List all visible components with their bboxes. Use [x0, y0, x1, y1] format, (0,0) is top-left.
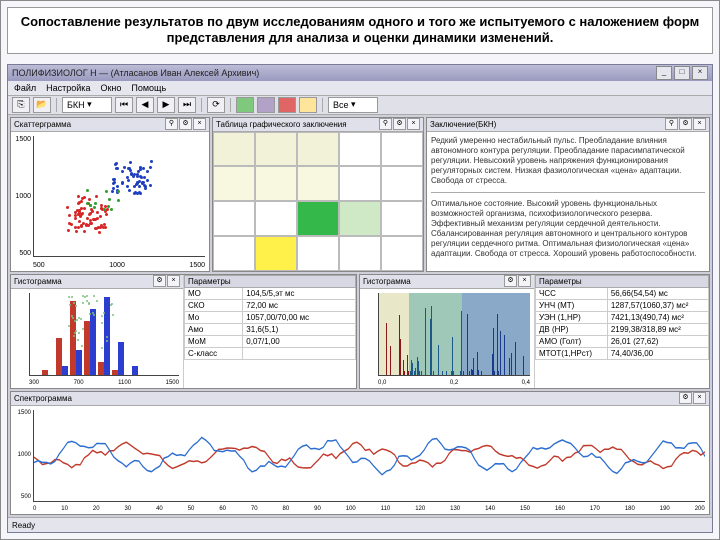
close-icon[interactable]: ×	[693, 118, 706, 130]
config-icon[interactable]: ⚙	[679, 118, 692, 130]
open-icon[interactable]: 📂	[33, 97, 51, 113]
panel-title: Таблица графического заключения	[216, 120, 378, 129]
panel-title: Гистограмма	[363, 277, 503, 286]
histogram-left: 30070011001500	[11, 289, 183, 388]
last-icon[interactable]: ⏭	[178, 97, 196, 113]
grid-red-icon[interactable]	[278, 97, 296, 113]
workspace: Скаттерграмма ⚲ ⚙ × 15001000500 50010001…	[8, 115, 712, 518]
close-icon[interactable]: ×	[407, 118, 420, 130]
refresh-icon[interactable]: ⟳	[207, 97, 225, 113]
new-icon[interactable]: ⎘	[12, 97, 30, 113]
close-icon[interactable]: ×	[693, 392, 706, 404]
filter-combo[interactable]: Все ▾	[328, 97, 378, 113]
pin-icon[interactable]: ⚲	[665, 118, 678, 130]
scatter-plot: 15001000500 50010001500	[11, 132, 209, 271]
menu-file[interactable]: Файл	[14, 83, 36, 93]
toolbar: ⎘ 📂 БКН ▾ ⏮ ◀ ▶ ⏭ ⟳ Все ▾	[8, 96, 712, 115]
close-button[interactable]: ×	[692, 66, 708, 80]
conclusion-text: Редкий умеренно нестабильный пульс. Прео…	[427, 132, 709, 271]
matrix-grid	[213, 132, 423, 271]
close-icon[interactable]: ×	[167, 275, 180, 287]
maximize-button[interactable]: □	[674, 66, 690, 80]
statusbar: Ready	[8, 517, 712, 532]
separator	[230, 98, 231, 112]
menu-settings[interactable]: Настройка	[46, 83, 90, 93]
panel-title: Гистограмма	[14, 277, 152, 286]
app-title: ПОЛИФИЗИОЛОГ Н — (Атласанов Иван Алексей…	[12, 68, 656, 78]
config-icon[interactable]: ⚙	[153, 275, 166, 287]
pin-icon[interactable]: ⚲	[379, 118, 392, 130]
minimize-button[interactable]: _	[656, 66, 672, 80]
panel-title: Скаттерграмма	[14, 120, 164, 129]
config-icon[interactable]: ⚙	[179, 118, 192, 130]
panel-spectrum: Гистограмма ⚙ × 0,00,20,4	[359, 274, 710, 389]
mode-combo[interactable]: БКН ▾	[62, 97, 112, 113]
separator	[322, 98, 323, 112]
grid-green-icon[interactable]	[236, 97, 254, 113]
panel-title: Заключение(БКН)	[430, 120, 664, 129]
titlebar: ПОЛИФИЗИОЛОГ Н — (Атласанов Иван Алексей…	[8, 65, 712, 81]
app-window: ПОЛИФИЗИОЛОГ Н — (Атласанов Иван Алексей…	[7, 64, 713, 534]
panel-hist-left: Гистограмма ⚙ × 30070011001500 Параметры	[10, 274, 357, 389]
params-right-table: Параметры ЧСС56,66(54,54) мсУНЧ (МТ)1287…	[535, 275, 709, 360]
panel-title: Спектрограмма	[14, 394, 678, 403]
config-icon[interactable]: ⚙	[393, 118, 406, 130]
slide-title: Сопоставление результатов по двум исслед…	[7, 7, 713, 54]
panel-spark: Спектрограмма ⚙ × 15001000500 0102030405…	[10, 391, 710, 516]
panel-matrix: Таблица графического заключения ⚲ ⚙ ×	[212, 117, 424, 272]
menubar: Файл Настройка Окно Помощь	[8, 81, 712, 96]
spectrum-chart: 0,00,20,4	[360, 289, 534, 388]
next-icon[interactable]: ▶	[157, 97, 175, 113]
config-icon[interactable]: ⚙	[679, 392, 692, 404]
pin-icon[interactable]: ⚲	[165, 118, 178, 130]
panel-scatter: Скаттерграмма ⚲ ⚙ × 15001000500 50010001…	[10, 117, 210, 272]
close-icon[interactable]: ×	[518, 275, 531, 287]
grid-purple-icon[interactable]	[257, 97, 275, 113]
params-left-table: Параметры МО104,5/5,эт мсСКО72,00 мсМо10…	[184, 275, 356, 360]
panel-conclusion: Заключение(БКН) ⚲ ⚙ × Редкий умеренно не…	[426, 117, 710, 272]
menu-window[interactable]: Окно	[100, 83, 121, 93]
separator	[56, 98, 57, 112]
grid-yellow-icon[interactable]	[299, 97, 317, 113]
menu-help[interactable]: Помощь	[131, 83, 166, 93]
separator	[201, 98, 202, 112]
spark-chart: 15001000500 0102030405060708090100110120…	[11, 406, 709, 515]
config-icon[interactable]: ⚙	[504, 275, 517, 287]
prev-icon[interactable]: ◀	[136, 97, 154, 113]
first-icon[interactable]: ⏮	[115, 97, 133, 113]
close-icon[interactable]: ×	[193, 118, 206, 130]
